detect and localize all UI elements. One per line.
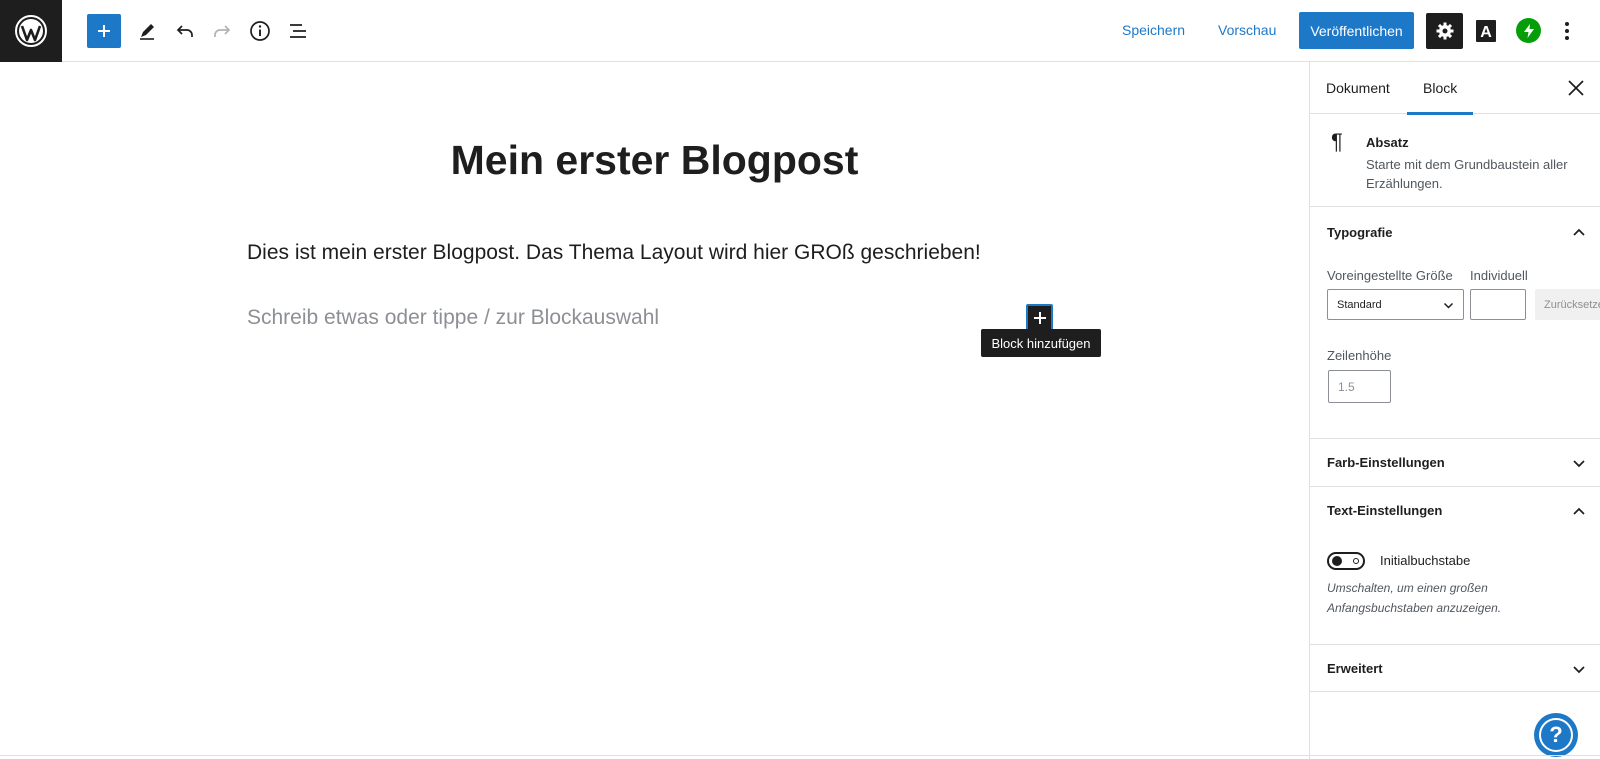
drop-cap-help: Umschalten, um einen großen Anfangsbuchs… [1327, 581, 1502, 615]
panel-title: Text-Einstellungen [1327, 503, 1443, 518]
drop-cap-toggle[interactable] [1327, 552, 1365, 570]
preset-size-label: Voreingestellte Größe [1327, 268, 1453, 283]
chevron-down-icon [1573, 666, 1585, 674]
settings-sidebar: Dokument Block ¶ Absatz Starte mit dem G… [1309, 62, 1600, 759]
block-card: ¶ Absatz Starte mit dem Grundbaustein al… [1310, 115, 1600, 207]
jetpack-button[interactable] [1516, 18, 1541, 43]
paragraph-block[interactable]: Dies ist mein erster Blogpost. Das Thema… [247, 241, 981, 265]
block-description: Starte mit dem Grundbaustein aller Erzäh… [1366, 157, 1568, 191]
question-icon: ? [1539, 718, 1573, 752]
panel-text-toggle[interactable]: Text-Einstellungen [1310, 486, 1600, 534]
plus-icon [1033, 311, 1046, 324]
a-letter-icon: A [1476, 20, 1496, 42]
panel-typography-toggle[interactable]: Typografie [1310, 208, 1600, 256]
settings-button[interactable] [1426, 13, 1463, 49]
chevron-down-icon [1443, 302, 1454, 309]
editor-toolbar: Speichern Vorschau Veröffentlichen A [0, 0, 1600, 62]
inserter-tooltip: Block hinzufügen [981, 329, 1101, 357]
wordpress-icon [15, 15, 47, 47]
undo-button[interactable] [168, 14, 202, 48]
panel-advanced-toggle[interactable]: Erweitert [1310, 644, 1600, 692]
custom-size-input[interactable] [1470, 289, 1526, 320]
info-icon [250, 21, 270, 41]
list-view-button[interactable] [281, 14, 315, 48]
block-inserter-button[interactable] [1026, 304, 1053, 331]
publish-button[interactable]: Veröffentlichen [1299, 12, 1414, 49]
jetpack-bolt-icon [1523, 23, 1534, 38]
more-vertical-icon [1565, 22, 1569, 26]
custom-size-label: Individuell [1470, 268, 1528, 283]
typography-plugin-button[interactable]: A [1474, 18, 1498, 44]
post-title[interactable]: Mein erster Blogpost [0, 137, 1309, 184]
pencil-icon [140, 24, 154, 40]
preview-button[interactable]: Vorschau [1218, 22, 1276, 38]
redo-icon [214, 25, 231, 37]
svg-text:A: A [1480, 24, 1492, 41]
save-draft-button[interactable]: Speichern [1122, 22, 1185, 38]
panel-title: Erweitert [1327, 660, 1383, 676]
chevron-down-icon [1573, 460, 1585, 468]
divider [0, 755, 1600, 756]
tab-block[interactable]: Block [1407, 62, 1474, 115]
details-button[interactable] [243, 14, 277, 48]
plus-icon [98, 25, 110, 37]
list-view-icon [290, 24, 306, 38]
panel-title: Typografie [1327, 224, 1393, 240]
chevron-up-icon [1573, 507, 1585, 515]
gear-icon [1436, 22, 1453, 40]
drop-cap-label: Initialbuchstabe [1380, 553, 1471, 568]
more-options-button[interactable] [1559, 18, 1575, 44]
empty-paragraph-placeholder[interactable]: Schreib etwas oder tippe / zur Blockausw… [247, 306, 659, 330]
tools-button[interactable] [130, 14, 164, 48]
help-button[interactable]: ? [1534, 713, 1578, 757]
tab-document[interactable]: Dokument [1310, 62, 1406, 114]
close-icon[interactable] [1566, 78, 1586, 98]
undo-icon [176, 25, 193, 37]
font-size-select[interactable]: Standard [1327, 289, 1464, 320]
wordpress-logo-button[interactable] [0, 0, 62, 62]
redo-button[interactable] [205, 14, 239, 48]
chevron-up-icon [1573, 228, 1585, 236]
editor-canvas: Mein erster Blogpost Dies ist mein erste… [0, 62, 1309, 759]
panel-color-toggle[interactable]: Farb-Einstellungen [1310, 438, 1600, 486]
font-size-select-value: Standard [1337, 298, 1382, 311]
block-name: Absatz [1366, 135, 1409, 150]
panel-title: Farb-Einstellungen [1327, 455, 1445, 470]
reset-font-size-button[interactable]: Zurücksetzen [1535, 289, 1600, 320]
add-block-button[interactable] [87, 14, 121, 48]
line-height-input[interactable]: 1.5 [1328, 370, 1391, 403]
line-height-label: Zeilenhöhe [1327, 348, 1392, 363]
sidebar-tabs: Dokument Block [1310, 62, 1600, 115]
paragraph-icon: ¶ [1331, 129, 1343, 154]
